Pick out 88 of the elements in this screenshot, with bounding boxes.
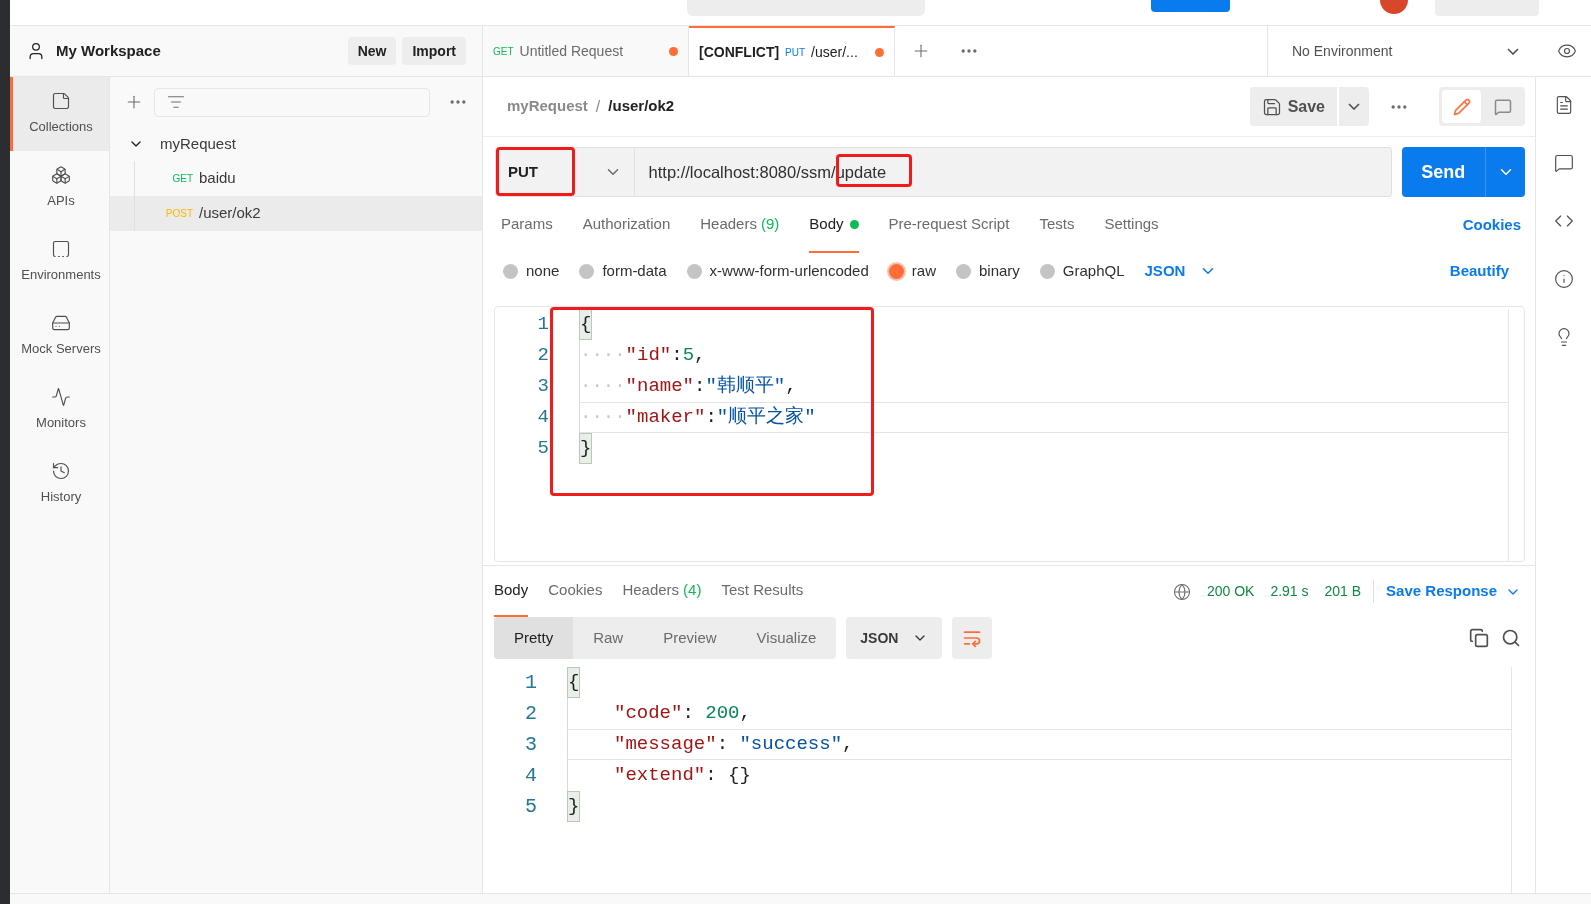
request-tab[interactable]: Tests (1039, 197, 1075, 253)
request-tab[interactable]: Body (809, 197, 859, 253)
code-line: ····"id":5, (579, 340, 1508, 371)
request-item[interactable]: GET baidu (110, 161, 482, 196)
globe-icon (1172, 582, 1191, 601)
code-line: "code": 200, (567, 698, 1511, 729)
response-time: 2.91 s (1270, 582, 1309, 601)
nav-item[interactable]: Mock Servers (10, 299, 109, 373)
code-line: { (579, 309, 1508, 340)
code-line: { (567, 667, 1511, 698)
caret-icon (1348, 103, 1360, 110)
body-type-radio[interactable]: raw (888, 259, 936, 283)
body-type-radio[interactable]: x-www-form-urlencoded (686, 259, 869, 283)
beautify-link[interactable]: Beautify (1449, 259, 1509, 283)
nav-icon (51, 387, 71, 408)
wrap-button[interactable] (952, 617, 993, 659)
nav-icon (51, 239, 71, 260)
status-code: 200 OK (1206, 582, 1255, 601)
nav-icon (51, 91, 71, 112)
body-editor[interactable]: 1 { 2 ····"id":5, 3 ····"name":"韩顺平", 4 ····"maker":"顺平之家" 5 } (494, 306, 1525, 562)
pencil-icon (1452, 97, 1471, 116)
save-button[interactable]: Save (1249, 87, 1337, 126)
collection-name[interactable]: myRequest (160, 132, 236, 156)
comment-icon[interactable] (1553, 153, 1574, 173)
wrap-icon (962, 628, 983, 648)
line-number: 5 (524, 793, 538, 820)
save-options-button[interactable] (1339, 87, 1369, 126)
edit-mode-button[interactable] (1442, 90, 1481, 123)
request-tab[interactable]: Authorization (582, 197, 671, 253)
code-line: } (567, 791, 1511, 822)
caret-icon (1507, 47, 1519, 55)
nav-item[interactable]: Environments (10, 225, 109, 299)
line-number: 1 (536, 312, 550, 338)
cookies-link[interactable]: Cookies (1462, 213, 1521, 237)
environment-select[interactable]: No Environment (1267, 26, 1543, 76)
body-type-radio[interactable]: binary (955, 259, 1020, 283)
copy-icon[interactable] (1469, 628, 1489, 648)
code-line: ····"name":"韩顺平", (579, 371, 1508, 402)
nav-icon (51, 461, 71, 482)
header-button[interactable]: Import (402, 37, 466, 65)
nav-item[interactable]: History (10, 447, 109, 521)
format-select[interactable]: JSON (1144, 259, 1218, 283)
line-number: 4 (524, 762, 538, 789)
header-button[interactable]: New (347, 37, 397, 65)
response-size: 201 B (1324, 582, 1362, 601)
response-tab[interactable]: Cookies (548, 566, 603, 617)
filter-field[interactable] (154, 87, 430, 117)
nav-item[interactable]: Collections (10, 77, 109, 151)
request-item[interactable]: POST /user/ok2 (110, 196, 482, 231)
info-icon[interactable] (1553, 269, 1574, 289)
avatar[interactable] (1380, 0, 1408, 14)
request-tab[interactable]: Params (501, 197, 553, 253)
line-number: 3 (524, 731, 538, 758)
nav-item[interactable]: Monitors (10, 373, 109, 447)
line-number: 2 (524, 700, 538, 727)
view-mode-tab[interactable]: Pretty (494, 617, 574, 659)
request-tab[interactable]: Pre-request Script (888, 197, 1010, 253)
save-response-button[interactable]: Save Response (1373, 580, 1521, 603)
line-number: 3 (536, 374, 550, 400)
filter-icon (167, 93, 185, 111)
workspace-name: My Workspace (56, 40, 162, 61)
request-tab[interactable]: GET Untitled Request (483, 26, 689, 76)
line-number: 4 (536, 405, 550, 431)
line-number: 1 (524, 669, 538, 696)
view-mode-tab[interactable]: Visualize (736, 617, 837, 659)
breadcrumb-separator: / (595, 96, 601, 117)
body-type-radio[interactable]: none (503, 259, 560, 283)
response-tab[interactable]: Headers (4) (622, 566, 702, 617)
request-name: /user/ok2 (608, 96, 676, 117)
comment-icon (1493, 97, 1512, 116)
line-number: 2 (536, 343, 550, 369)
body-type-radio[interactable]: form-data (579, 259, 667, 283)
response-tab[interactable]: Test Results (721, 566, 804, 617)
code-line: ····"maker":"顺平之家" (579, 402, 1508, 433)
save-icon (1261, 96, 1282, 117)
body-type-radio[interactable]: GraphQL (1039, 259, 1125, 283)
view-mode-tab[interactable]: Preview (643, 617, 737, 659)
code-line: "message": "success", (567, 729, 1511, 760)
request-tab[interactable]: Settings (1104, 197, 1159, 253)
view-mode-tab[interactable]: Raw (573, 617, 644, 659)
request-tab[interactable]: Headers (9) (700, 197, 780, 253)
code-line: } (579, 433, 1508, 464)
line-number: 5 (536, 436, 550, 462)
search-icon[interactable] (1501, 628, 1521, 648)
nav-icon (51, 165, 71, 186)
nav-item[interactable]: APIs (10, 151, 109, 225)
format-select[interactable]: JSON (846, 617, 943, 659)
request-tab[interactable]: [CONFLICT] PUT /user/... (689, 26, 895, 76)
